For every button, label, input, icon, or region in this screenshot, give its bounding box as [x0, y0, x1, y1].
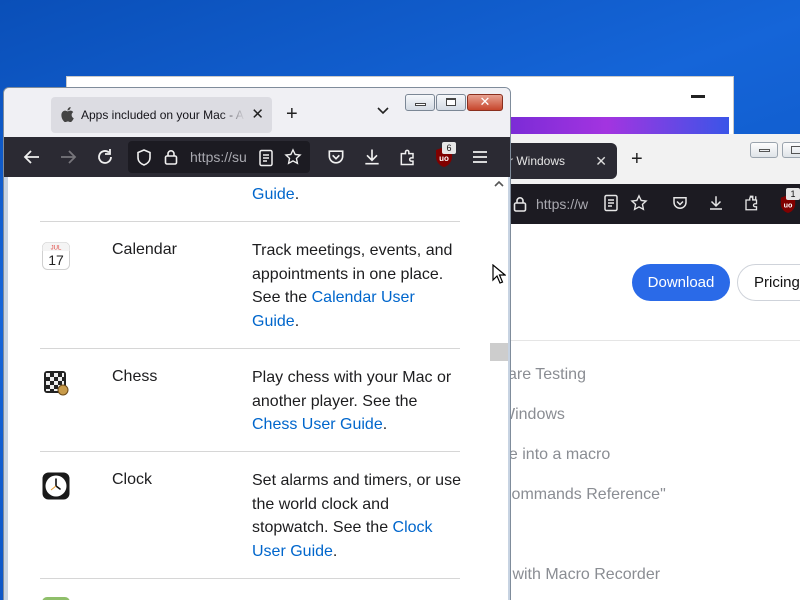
maximize-button[interactable] — [436, 94, 466, 111]
scroll-up-arrow-icon[interactable] — [494, 180, 504, 188]
minimize-icon — [415, 103, 426, 106]
maximize-icon — [791, 146, 800, 154]
download-button[interactable]: Download — [632, 264, 730, 301]
calendar-icon: JUL 17 — [42, 242, 70, 270]
app-name: Calendar — [112, 241, 177, 258]
scrollbar-thumb[interactable] — [490, 343, 508, 361]
user-guide-link[interactable]: Guide — [252, 186, 295, 203]
hamburger-menu-icon[interactable] — [470, 147, 490, 167]
browser-tab[interactable]: r Windows ✕ — [505, 143, 617, 179]
app-description: Guide. — [252, 183, 466, 207]
nav-menu-item[interactable]: vare Testing — [500, 366, 586, 384]
close-tab-icon[interactable]: ✕ — [251, 97, 264, 133]
punctuation: . — [332, 542, 338, 560]
new-tab-icon[interactable]: + — [286, 103, 298, 126]
maximize-icon — [446, 98, 456, 106]
minimize-icon[interactable] — [691, 95, 705, 98]
pricing-button[interactable]: Pricing — [737, 264, 800, 301]
list-item: JUL 17 Calendar Track meetings, events, … — [40, 222, 460, 349]
app-name: Chess — [112, 368, 158, 385]
svg-text:uo: uo — [784, 201, 793, 210]
app-description: Set alarms and timers, or use the world … — [252, 469, 466, 563]
extensions-icon[interactable] — [743, 194, 761, 212]
apple-favicon-icon — [61, 107, 74, 122]
navigation-toolbar: https://su uo 6 — [4, 137, 510, 177]
reload-icon[interactable] — [95, 147, 115, 167]
reader-view-icon[interactable] — [603, 194, 619, 212]
punctuation: . — [294, 312, 300, 330]
app-description: Play chess with your Mac or another play… — [252, 366, 466, 437]
extension-badge: 6 — [442, 142, 456, 154]
url-text[interactable]: https://su — [190, 149, 248, 165]
pocket-icon[interactable] — [671, 194, 689, 212]
downloads-icon[interactable] — [362, 147, 382, 167]
vertical-scrollbar[interactable] — [490, 177, 508, 600]
list-all-tabs-icon[interactable] — [376, 106, 390, 116]
downloads-icon[interactable] — [707, 194, 725, 212]
close-window-button[interactable]: ✕ — [467, 94, 503, 111]
new-tab-icon[interactable]: + — [631, 148, 643, 171]
tab-title: Apps included on your Mac - A — [81, 108, 244, 122]
list-item: Clock Set alarms and timers, or use the … — [40, 452, 461, 579]
navigation-toolbar: https://w uo 1 — [505, 184, 800, 224]
browser-window[interactable]: Apps included on your Mac - A ✕ + ✕ http… — [3, 87, 511, 600]
extensions-icon[interactable] — [398, 147, 418, 167]
mouse-cursor-icon — [492, 264, 506, 284]
active-tab[interactable]: Apps included on your Mac - A ✕ — [51, 97, 272, 133]
back-arrow-icon[interactable] — [22, 147, 42, 167]
chess-user-guide-link[interactable]: Chess User Guide — [252, 416, 383, 433]
background-browser-window[interactable]: r Windows ✕ + https://w uo 1 Download Pr… — [500, 134, 800, 600]
forward-arrow-icon[interactable] — [58, 147, 78, 167]
clock-icon — [42, 472, 70, 500]
page-content: Guide. JUL 17 Calendar Track meetings, e… — [8, 177, 490, 600]
close-icon: ✕ — [479, 94, 491, 109]
nav-menu-item[interactable]: de into a macro — [500, 446, 610, 464]
nav-menu-item[interactable]: Commands Reference" — [500, 486, 666, 504]
app-name: Clock — [112, 471, 153, 488]
calendar-icon-day: 17 — [48, 252, 64, 268]
description-text: Play chess with your Mac or another play… — [252, 369, 452, 410]
divider — [505, 340, 800, 341]
reader-view-icon[interactable] — [258, 149, 274, 167]
punctuation: . — [294, 186, 300, 203]
list-item: Guide. — [40, 177, 460, 222]
calendar-icon-month: JUL — [51, 246, 62, 252]
url-bar[interactable]: https://su — [128, 141, 310, 173]
punctuation: . — [382, 416, 388, 433]
bookmark-star-icon[interactable] — [284, 148, 302, 166]
bookmark-star-icon[interactable] — [630, 194, 648, 212]
close-tab-icon[interactable]: ✕ — [595, 143, 607, 179]
url-text[interactable]: https://w — [536, 196, 588, 212]
svg-text:uo: uo — [439, 154, 449, 163]
nav-menu-item[interactable]: s with Macro Recorder — [500, 566, 660, 584]
tracking-protection-shield-icon[interactable] — [136, 149, 152, 166]
lock-icon[interactable] — [164, 149, 178, 165]
extension-badge: 1 — [786, 188, 800, 200]
minimize-button[interactable] — [750, 142, 778, 158]
list-item: Chess Play chess with your Mac or anothe… — [40, 349, 460, 452]
pocket-icon[interactable] — [326, 147, 346, 167]
minimize-icon — [759, 149, 770, 152]
minimize-button[interactable] — [405, 94, 435, 111]
app-description: Track meetings, events, and appointments… — [252, 239, 466, 333]
maximize-button[interactable] — [782, 142, 800, 158]
tab-title: r Windows — [509, 154, 566, 168]
chess-icon — [44, 371, 69, 396]
title-bar: Apps included on your Mac - A ✕ + ✕ — [4, 88, 510, 137]
title-bar: r Windows ✕ + — [505, 134, 800, 184]
lock-icon — [513, 197, 527, 212]
